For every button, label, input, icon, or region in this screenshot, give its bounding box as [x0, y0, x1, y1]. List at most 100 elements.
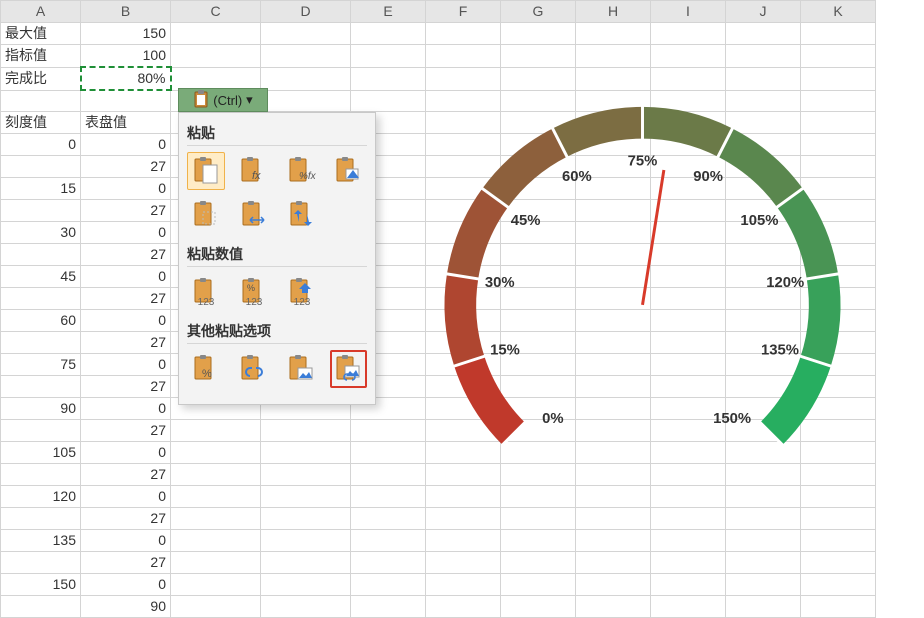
cell[interactable]: 120	[1, 485, 81, 507]
cell[interactable]	[651, 23, 726, 45]
table-row[interactable]: 1500	[1, 573, 876, 595]
cell[interactable]	[1, 287, 81, 309]
col-header[interactable]: D	[261, 1, 351, 23]
cell[interactable]: 27	[81, 463, 171, 485]
cell[interactable]	[576, 23, 651, 45]
cell[interactable]	[1, 331, 81, 353]
paste-picture-button[interactable]	[282, 350, 320, 388]
cell[interactable]	[351, 573, 426, 595]
cell[interactable]: 27	[81, 155, 171, 177]
paste-no-borders-button[interactable]	[187, 196, 225, 234]
col-header[interactable]: A	[1, 1, 81, 23]
paste-all-button[interactable]	[187, 152, 225, 190]
cell[interactable]: 75	[1, 353, 81, 375]
cell[interactable]	[171, 67, 261, 90]
cell[interactable]	[1, 463, 81, 485]
cell[interactable]	[1, 243, 81, 265]
paste-link-button[interactable]	[235, 350, 273, 388]
cell[interactable]	[426, 551, 501, 573]
cell[interactable]	[261, 529, 351, 551]
cell[interactable]	[351, 23, 426, 45]
cell[interactable]	[171, 441, 261, 463]
paste-col-widths-button[interactable]	[235, 196, 273, 234]
paste-values-sourcefmt-button[interactable]: 123	[283, 273, 321, 311]
cell[interactable]	[351, 551, 426, 573]
cell[interactable]: 100	[81, 45, 171, 68]
cell[interactable]	[171, 551, 261, 573]
cell[interactable]	[501, 551, 576, 573]
cell[interactable]: 指标值	[1, 45, 81, 68]
cell[interactable]	[501, 595, 576, 617]
cell[interactable]	[171, 45, 261, 68]
cell[interactable]	[261, 23, 351, 45]
cell[interactable]: 105	[1, 441, 81, 463]
cell[interactable]: 60	[1, 309, 81, 331]
table-row[interactable]: 27	[1, 551, 876, 573]
paste-formulas-button[interactable]: fx	[235, 152, 273, 190]
col-header[interactable]: I	[651, 1, 726, 23]
cell[interactable]: 90	[81, 595, 171, 617]
cell[interactable]: 0	[81, 529, 171, 551]
cell[interactable]: 0	[81, 353, 171, 375]
cell[interactable]: 90	[1, 397, 81, 419]
cell[interactable]	[1, 551, 81, 573]
cell[interactable]	[261, 441, 351, 463]
cell[interactable]: 0	[81, 485, 171, 507]
col-header[interactable]: B	[81, 1, 171, 23]
paste-formulas-numfmt-button[interactable]: %fx	[282, 152, 320, 190]
cell[interactable]	[426, 595, 501, 617]
cell[interactable]	[426, 573, 501, 595]
cell[interactable]	[426, 23, 501, 45]
cell[interactable]: 0	[81, 177, 171, 199]
cell[interactable]: 27	[81, 375, 171, 397]
table-row[interactable]: 90	[1, 595, 876, 617]
cell[interactable]	[501, 23, 576, 45]
cell[interactable]	[726, 23, 801, 45]
cell[interactable]	[261, 507, 351, 529]
cell[interactable]	[171, 529, 261, 551]
cell[interactable]: 0	[81, 133, 171, 155]
paste-transpose-button[interactable]	[283, 196, 321, 234]
table-row[interactable]: 最大值150	[1, 23, 876, 45]
cell[interactable]	[261, 90, 351, 111]
cell[interactable]	[1, 199, 81, 221]
col-header[interactable]: F	[426, 1, 501, 23]
cell[interactable]	[801, 595, 876, 617]
cell[interactable]	[1, 90, 81, 111]
cell[interactable]	[1, 419, 81, 441]
cell[interactable]	[801, 551, 876, 573]
cell[interactable]	[1, 595, 81, 617]
cell[interactable]	[261, 45, 351, 68]
cell[interactable]	[1, 507, 81, 529]
cell[interactable]	[171, 507, 261, 529]
cell[interactable]	[261, 551, 351, 573]
cell[interactable]	[261, 419, 351, 441]
col-header[interactable]: H	[576, 1, 651, 23]
cell[interactable]	[351, 595, 426, 617]
paste-formatting-button[interactable]: %	[187, 350, 225, 388]
cell[interactable]: 27	[81, 287, 171, 309]
cell[interactable]	[576, 573, 651, 595]
paste-linked-picture-button[interactable]	[330, 350, 368, 388]
cell[interactable]: 150	[81, 23, 171, 45]
col-header[interactable]: C	[171, 1, 261, 23]
cell[interactable]	[651, 595, 726, 617]
cell[interactable]: 150	[1, 573, 81, 595]
cell[interactable]	[171, 419, 261, 441]
cell[interactable]	[726, 551, 801, 573]
col-header[interactable]: E	[351, 1, 426, 23]
cell[interactable]: 30	[1, 221, 81, 243]
cell[interactable]	[1, 375, 81, 397]
cell[interactable]: 135	[1, 529, 81, 551]
cell[interactable]	[171, 485, 261, 507]
paste-values-numfmt-button[interactable]: % 123	[235, 273, 273, 311]
cell[interactable]	[576, 595, 651, 617]
cell[interactable]	[171, 463, 261, 485]
paste-options-button[interactable]: (Ctrl) ▾	[178, 88, 268, 112]
cell[interactable]: 27	[81, 419, 171, 441]
cell[interactable]: 45	[1, 265, 81, 287]
cell[interactable]: 0	[81, 573, 171, 595]
cell[interactable]: 表盘值	[81, 111, 171, 133]
cell[interactable]: 27	[81, 507, 171, 529]
cell[interactable]	[171, 23, 261, 45]
